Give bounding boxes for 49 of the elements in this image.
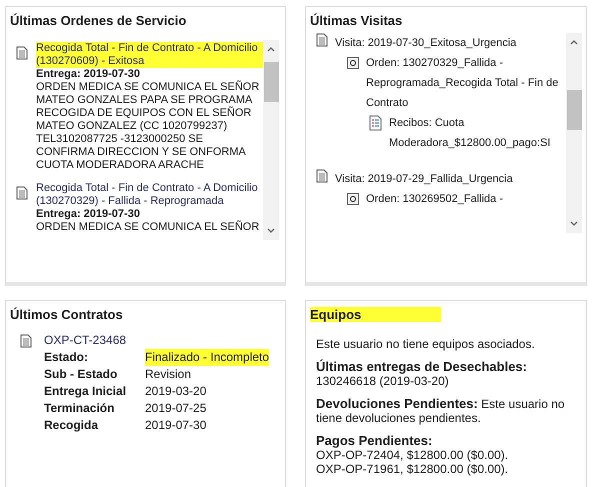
document-icon xyxy=(316,168,328,182)
panel-title: Equipos xyxy=(310,307,442,322)
field-value: Revision xyxy=(145,366,192,382)
delivery-date: Entrega: 2019-07-30 xyxy=(36,208,141,220)
field-label: Sub - Estado xyxy=(44,366,118,382)
field-label: Recogida xyxy=(44,416,100,434)
order-title[interactable]: Recogida Total - Fin de Contrato - A Domicilio (130270329) - Fallida - Reprogramada xyxy=(36,182,263,208)
scrollbar[interactable] xyxy=(263,40,279,240)
scroll-down-icon[interactable] xyxy=(570,220,578,226)
scroll-thumb[interactable] xyxy=(264,62,278,102)
order-label: Orden: 130270329_Fallida - Reprogramada_Recogida Total - Fin de Contrato xyxy=(366,56,560,110)
field-label: Terminación xyxy=(44,400,116,416)
order-label: Orden: 130269502_Fallida - xyxy=(366,192,503,206)
field-value: 2019-07-25 xyxy=(145,400,206,416)
document-icon xyxy=(16,46,28,60)
payments-label: Pagos Pendientes: xyxy=(316,434,434,448)
order-icon xyxy=(347,192,359,204)
visit-label: Visita: 2019-07-30_Exitosa_Urgencia xyxy=(335,36,516,50)
visit-label: Visita: 2019-07-29_Fallida_Urgencia xyxy=(335,172,513,186)
payment-line: OXP-OP-71961, $12800.00 ($0.00). xyxy=(316,462,510,476)
scrollbar[interactable] xyxy=(566,32,582,232)
order-icon xyxy=(347,56,359,68)
no-equipment-text: Este usuario no tiene equipos asociados. xyxy=(316,336,536,350)
disposables-label: Últimas entregas de Desechables: xyxy=(316,360,528,374)
field-value: Finalizado - Incompleto xyxy=(145,348,270,366)
scroll-thumb[interactable] xyxy=(566,90,582,130)
document-icon xyxy=(16,186,28,200)
field-label: Estado: xyxy=(44,348,90,366)
scroll-down-icon[interactable] xyxy=(267,228,275,234)
scroll-up-icon[interactable] xyxy=(267,46,275,52)
order-description: ORDEN MEDICA SE COMUNICA EL SEÑOR MATEO GONZALES PAPA SE PROGRAMA RECOGIDA DE EQUIPOS CON EL SEÑOR MATEO GONZALEZ (CC 1020799237) TEL3102087725 -3123000250 SE CONFIRMA DIRECCION Y SE ONFORMA CUOTA MODERADORA ARACHE xyxy=(36,80,260,172)
field-value: 2019-07-30 xyxy=(145,416,206,434)
contract-code[interactable]: OXP-CT-23468 xyxy=(44,332,270,348)
returns-text: Devoluciones Pendientes: Este usuario no tiene devoluciones pendientes. xyxy=(316,396,566,424)
panel-title: Últimas Visitas xyxy=(309,12,404,30)
panel-title: Últimos Contratos xyxy=(10,306,124,324)
scroll-up-icon[interactable] xyxy=(570,38,578,44)
receipt-icon xyxy=(369,114,382,130)
order-description: ORDEN MEDICA SE COMUNICA EL SEÑOR xyxy=(36,220,260,234)
receipt-label: Recibos: Cuota Moderadora_$12800.00_pago:SI xyxy=(389,116,552,150)
field-label: Entrega Inicial xyxy=(44,382,128,400)
delivery-date: Entrega: 2019-07-30 xyxy=(36,68,141,80)
field-value: 2019-03-20 xyxy=(145,382,206,400)
payment-line: OXP-OP-72404, $12800.00 ($0.00). xyxy=(316,448,510,462)
document-icon xyxy=(316,32,328,46)
order-title[interactable]: Recogida Total - Fin de Contrato - A Domicilio (130270609) - Exitosa xyxy=(36,42,263,68)
document-icon xyxy=(20,334,32,348)
panel-title: Últimas Ordenes de Servicio xyxy=(9,12,188,30)
disposables-value: 130246618 (2019-03-20) xyxy=(316,374,450,388)
